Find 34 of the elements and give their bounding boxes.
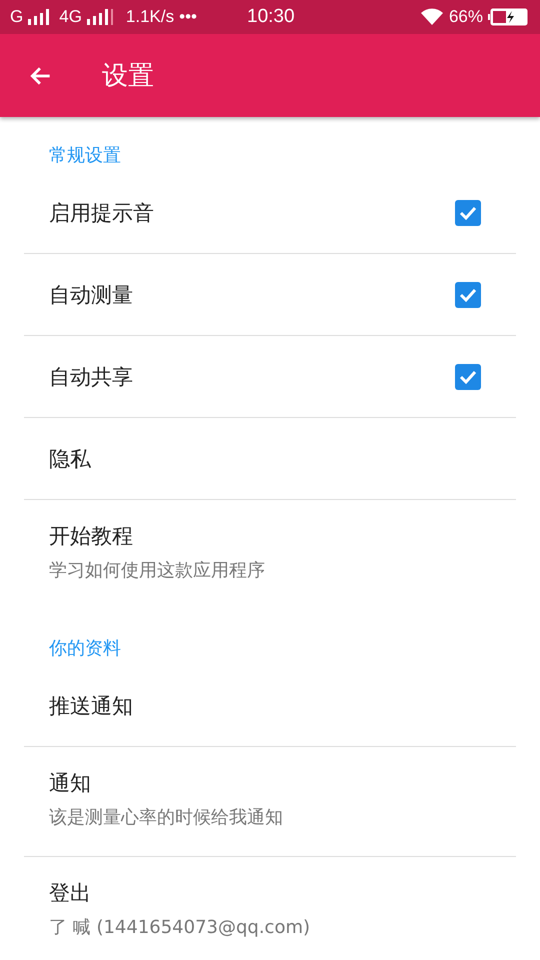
item-title: 登出 xyxy=(49,880,92,907)
item-subtitle: 了 喊 (1441654073@qq.com) xyxy=(49,916,310,939)
item-title: 启用提示音 xyxy=(49,200,154,226)
item-subtitle: 学习如何使用这款应用程序 xyxy=(49,559,265,582)
section-header: 常规设置 xyxy=(48,144,122,168)
settings-item[interactable]: 登出 了 喊 (1441654073@qq.com) xyxy=(24,857,516,960)
settings-item[interactable]: 推送通知 xyxy=(24,665,516,747)
wifi-icon xyxy=(420,8,444,26)
item-title: 推送通知 xyxy=(49,692,133,720)
settings-item[interactable]: 自动测量 xyxy=(24,254,516,336)
item-subtitle: 该是测量心率的时候给我通知 xyxy=(49,806,283,829)
network-speed: 1.1K/s xyxy=(126,7,174,27)
item-title: 自动共享 xyxy=(49,364,133,390)
item-title: 通知 xyxy=(49,770,92,797)
checkbox[interactable] xyxy=(454,280,482,308)
item-title: 隐私 xyxy=(49,446,91,472)
screen-title: 设置 xyxy=(102,60,154,93)
settings-item[interactable]: 开始教程 学习如何使用这款应用程序 xyxy=(24,500,516,610)
settings-item[interactable]: 隐私 xyxy=(24,418,516,500)
settings-item[interactable]: 通知 该是测量心率的时候给我通知 xyxy=(24,747,516,857)
signal-icon xyxy=(86,9,115,25)
battery-level: 66% xyxy=(448,7,483,27)
more-indicator: ••• xyxy=(179,7,197,27)
item-title: 开始教程 xyxy=(49,523,134,550)
section-header: 你的资料 xyxy=(48,637,122,661)
settings-item[interactable]: 启用提示音 xyxy=(24,172,516,254)
network-type: G xyxy=(10,7,24,27)
checkbox[interactable] xyxy=(454,198,482,226)
settings-item[interactable]: 自动共享 xyxy=(24,336,516,418)
clock: 10:30 xyxy=(247,6,295,28)
item-title: 自动测量 xyxy=(49,282,133,308)
battery-icon xyxy=(488,8,528,26)
checkbox[interactable] xyxy=(454,362,482,390)
network-type: 4G xyxy=(59,7,82,27)
